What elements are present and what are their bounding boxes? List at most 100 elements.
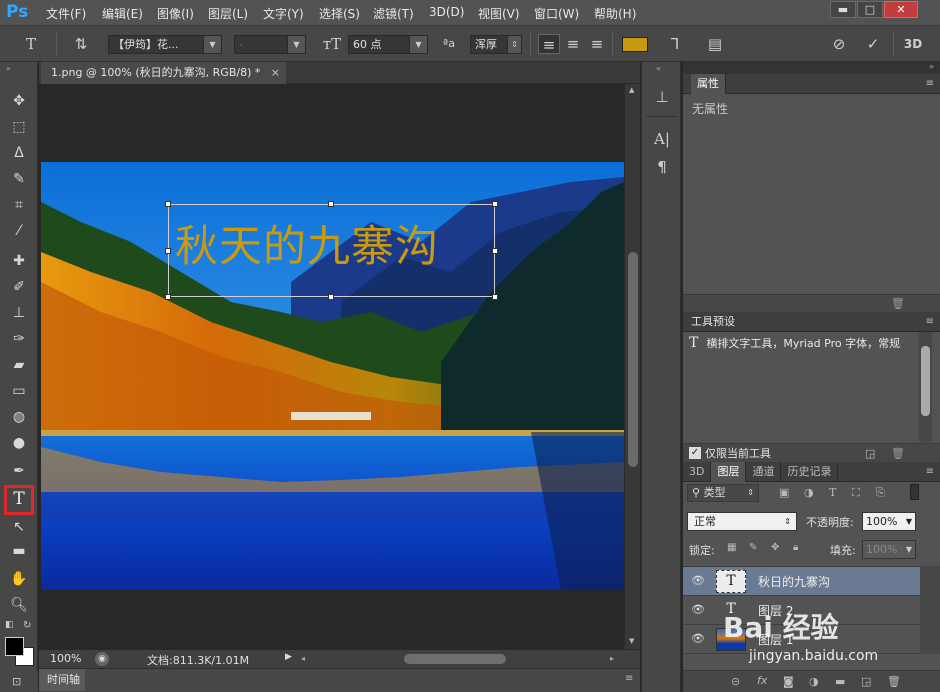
- text-color-swatch[interactable]: [622, 37, 648, 52]
- canvas-image[interactable]: 秋天的九寨沟: [41, 162, 624, 590]
- filter-shape-icon[interactable]: ⛶: [852, 486, 860, 500]
- text-orientation-icon[interactable]: ⇅: [70, 34, 92, 54]
- paragraph-panel-icon[interactable]: ¶: [651, 156, 673, 178]
- canvas-type-layer-text[interactable]: 秋天的九寨沟: [175, 212, 439, 274]
- close-button[interactable]: ✕: [884, 1, 918, 18]
- scroll-left-icon[interactable]: ◂: [301, 654, 305, 663]
- collapse-icon[interactable]: »: [6, 64, 11, 73]
- tool-preset-item[interactable]: T 横排文字工具，Myriad Pro 字体，常规: [683, 332, 919, 354]
- close-tab-icon[interactable]: ×: [271, 62, 280, 84]
- new-layer-icon[interactable]: ◲: [861, 675, 871, 688]
- marquee-tool-icon[interactable]: ⬚: [5, 116, 33, 139]
- panel-menu-icon[interactable]: ≡: [625, 673, 633, 684]
- eyedropper-tool-icon[interactable]: ⁄: [5, 220, 33, 243]
- font-family-select[interactable]: 【伊筠】花... ▼: [108, 35, 222, 54]
- quick-select-tool-icon[interactable]: ✎: [5, 168, 33, 191]
- filter-toggle[interactable]: [910, 484, 919, 500]
- scroll-up-icon[interactable]: ▲: [629, 86, 634, 94]
- history-brush-tool-icon[interactable]: ✑: [5, 328, 33, 351]
- adjustment-layer-icon[interactable]: ◑: [809, 675, 819, 688]
- trash-icon[interactable]: 🗑︎: [887, 675, 901, 688]
- screen-mode-icon[interactable]: ⊡: [12, 675, 21, 688]
- fill-input[interactable]: 100% ▼: [862, 540, 916, 559]
- align-left-icon[interactable]: ≡: [538, 34, 560, 54]
- transform-handle[interactable]: [328, 201, 334, 207]
- minimize-button[interactable]: ▬: [830, 1, 856, 18]
- expand-icon[interactable]: «: [656, 64, 661, 73]
- opacity-input[interactable]: 100% ▼: [862, 512, 916, 531]
- visibility-eye-icon[interactable]: 👁︎: [691, 633, 705, 645]
- default-colors-icon[interactable]: ◧: [5, 620, 14, 630]
- path-select-tool-icon[interactable]: ↖: [5, 516, 33, 539]
- align-center-icon[interactable]: ≡: [562, 34, 584, 54]
- lock-transparent-icon[interactable]: ▦: [727, 542, 736, 553]
- menu-filter[interactable]: 滤镜(T): [373, 5, 414, 22]
- menu-view[interactable]: 视图(V): [478, 5, 520, 22]
- brush-tool-icon[interactable]: ✐: [5, 276, 33, 299]
- menu-file[interactable]: 文件(F): [46, 5, 86, 22]
- tool-presets-panel-icon[interactable]: ⊥: [651, 86, 673, 108]
- clone-stamp-tool-icon[interactable]: ⊥: [5, 302, 33, 325]
- layer-filter-select[interactable]: ⚲ 类型 ⇕: [687, 484, 759, 502]
- align-right-icon[interactable]: ≡: [586, 34, 608, 54]
- filter-type-icon[interactable]: T: [829, 486, 836, 499]
- pen-tool-icon[interactable]: ✒: [5, 460, 33, 483]
- document-tab[interactable]: 1.png @ 100% (秋日的九寨沟, RGB/8) * ×: [41, 62, 286, 84]
- horizontal-scroll-thumb[interactable]: [404, 654, 506, 664]
- gradient-tool-icon[interactable]: ▭: [5, 380, 33, 403]
- new-preset-icon[interactable]: ◲: [865, 444, 875, 463]
- trash-icon[interactable]: 🗑︎: [891, 297, 905, 310]
- tab-properties[interactable]: 属性: [691, 74, 726, 94]
- tool-presets-title[interactable]: 工具预设: [691, 315, 735, 328]
- blend-mode-select[interactable]: 正常 ⇕: [687, 512, 797, 531]
- 3d-button[interactable]: 3D: [902, 34, 924, 54]
- character-panel-icon[interactable]: A|: [651, 128, 673, 150]
- filter-smart-object-icon[interactable]: ⎘: [876, 486, 885, 500]
- link-layers-icon[interactable]: ⊝: [731, 675, 740, 688]
- layer-style-fx-icon[interactable]: fx: [757, 674, 767, 687]
- panel-menu-icon[interactable]: ≡: [926, 74, 934, 94]
- lock-position-icon[interactable]: ✥: [771, 542, 779, 553]
- layer-row[interactable]: 👁︎ T 秋日的九寨沟: [683, 567, 920, 596]
- collapse-icon[interactable]: »: [929, 62, 934, 71]
- status-info-icon[interactable]: ◉: [95, 652, 109, 666]
- transform-handle[interactable]: [492, 294, 498, 300]
- lock-all-icon[interactable]: 🔒︎: [793, 542, 798, 553]
- tool-presets-scrollbar[interactable]: [919, 332, 932, 442]
- scroll-down-icon[interactable]: ▼: [629, 637, 634, 645]
- current-tool-only-checkbox[interactable]: ✓: [689, 447, 701, 459]
- new-group-icon[interactable]: ▬: [835, 675, 845, 688]
- menu-select[interactable]: 选择(S): [319, 5, 360, 22]
- healing-brush-tool-icon[interactable]: ✚: [5, 250, 33, 273]
- scroll-right-icon[interactable]: ▸: [610, 654, 614, 663]
- filter-pixel-icon[interactable]: ▣: [779, 486, 789, 499]
- eraser-tool-icon[interactable]: ▰: [5, 354, 33, 377]
- vertical-scrollbar[interactable]: ▲ ▼: [624, 84, 640, 649]
- lasso-tool-icon[interactable]: ᐃ: [5, 142, 33, 165]
- zoom-tool-icon[interactable]: 🔍︎: [5, 594, 33, 617]
- type-tool-icon[interactable]: T: [4, 485, 34, 515]
- visibility-eye-icon[interactable]: 👁︎: [691, 604, 705, 616]
- tool-presets-scroll-thumb[interactable]: [921, 346, 930, 416]
- cancel-edit-icon[interactable]: ⊘: [828, 34, 850, 54]
- panel-menu-icon[interactable]: ≡: [926, 462, 934, 482]
- blur-tool-icon[interactable]: ◍: [5, 406, 33, 429]
- layers-scrollbar[interactable]: [920, 566, 940, 654]
- warp-text-icon[interactable]: Ꞁ: [664, 34, 686, 54]
- tab-layers[interactable]: 图层: [711, 462, 747, 482]
- dodge-tool-icon[interactable]: ●: [5, 432, 33, 455]
- tab-3d[interactable]: 3D: [683, 462, 712, 482]
- menu-window[interactable]: 窗口(W): [534, 5, 579, 22]
- trash-icon[interactable]: 🗑︎: [891, 444, 905, 463]
- foreground-color-swatch[interactable]: [5, 637, 24, 656]
- hand-tool-icon[interactable]: ✋: [5, 568, 33, 591]
- add-mask-icon[interactable]: ◙: [783, 675, 794, 688]
- transform-handle[interactable]: [165, 201, 171, 207]
- commit-check-icon[interactable]: ✓: [862, 34, 884, 54]
- tab-history[interactable]: 历史记录: [781, 462, 839, 482]
- transform-handle[interactable]: [165, 294, 171, 300]
- menu-3d[interactable]: 3D(D): [429, 5, 464, 19]
- menu-image[interactable]: 图像(I): [157, 5, 194, 22]
- maximize-button[interactable]: □: [857, 1, 883, 18]
- tab-channels[interactable]: 通道: [746, 462, 782, 482]
